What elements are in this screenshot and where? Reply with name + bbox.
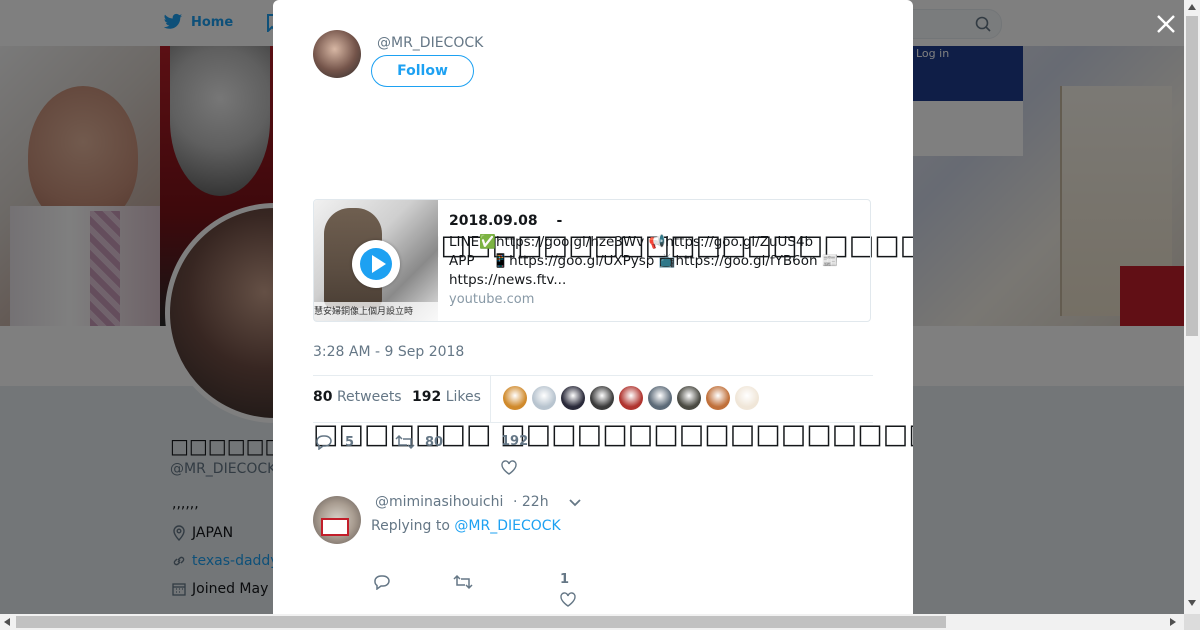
retweets-stat[interactable]: 80 Retweets bbox=[313, 389, 402, 405]
scroll-left-arrow-icon[interactable] bbox=[4, 618, 10, 626]
heart-icon[interactable] bbox=[560, 592, 576, 607]
likes-count: 192 bbox=[412, 389, 442, 405]
card-description-line: APP 📱https://goo.gl/UXPysp 📺https://goo.… bbox=[449, 253, 839, 269]
reply-actions: 1 bbox=[373, 572, 673, 607]
heart-icon[interactable] bbox=[501, 460, 517, 475]
liker-avatar[interactable] bbox=[735, 386, 759, 410]
reply-avatar[interactable] bbox=[313, 496, 361, 544]
follow-button[interactable]: Follow bbox=[371, 55, 474, 87]
divider bbox=[313, 422, 873, 423]
tweet-stats: 80 Retweets 192 Likes bbox=[313, 376, 873, 422]
likes-label: Likes bbox=[445, 389, 481, 405]
liker-avatar[interactable] bbox=[503, 386, 527, 410]
tweet-actions: 5 80 192 bbox=[313, 434, 873, 475]
liker-avatar[interactable] bbox=[706, 386, 730, 410]
vertical-scrollbar[interactable] bbox=[1184, 0, 1200, 614]
card-thumbnail[interactable]: 慧安婦銅像上個月設立時 bbox=[314, 200, 438, 321]
card-title: 2018.09.08 - bbox=[449, 213, 563, 229]
close-icon[interactable] bbox=[1154, 12, 1178, 36]
card-thumbnail-caption: 慧安婦銅像上個月設立時 bbox=[314, 302, 438, 321]
author-avatar[interactable] bbox=[313, 30, 361, 78]
likes-stat[interactable]: 192 Likes bbox=[412, 389, 481, 405]
author-handle[interactable]: @MR_DIECOCK bbox=[377, 35, 483, 51]
scroll-right-arrow-icon[interactable] bbox=[1170, 618, 1176, 626]
retweet-icon[interactable] bbox=[453, 574, 473, 590]
tweet-timestamp[interactable]: 3:28 AM - 9 Sep 2018 bbox=[313, 344, 464, 360]
liker-avatar[interactable] bbox=[590, 386, 614, 410]
card-description-line: https://news.ftv... bbox=[449, 272, 567, 288]
liker-avatar[interactable] bbox=[677, 386, 701, 410]
card-domain: youtube.com bbox=[449, 292, 535, 307]
reply-count: 5 bbox=[345, 434, 355, 450]
link-card[interactable]: 慧安婦銅像上個月設立時 2018.09.08 - LINE✅https://go… bbox=[313, 199, 871, 322]
reply-timestamp[interactable]: · 22h bbox=[513, 494, 549, 510]
liker-avatar[interactable] bbox=[648, 386, 672, 410]
card-description-line: LINE✅https://goo.gl/hze3Wv 📢https://goo.… bbox=[449, 234, 814, 250]
horizontal-scroll-thumb[interactable] bbox=[16, 616, 946, 628]
retweet-count: 80 bbox=[425, 434, 444, 450]
reply-icon bbox=[316, 435, 332, 450]
vertical-scroll-thumb[interactable] bbox=[1186, 16, 1198, 336]
chevron-down-icon[interactable] bbox=[568, 498, 582, 508]
tweet-modal: @MR_DIECOCK Follow □□□□□□□□□□□□□□□□□□□□□… bbox=[273, 0, 913, 614]
reply-icon[interactable] bbox=[373, 574, 391, 590]
reply-tweet[interactable]: @miminasihouichi · 22h Replying to @MR_D… bbox=[313, 494, 873, 614]
play-icon[interactable] bbox=[352, 240, 400, 288]
retweets-label: Retweets bbox=[336, 389, 402, 405]
replying-to-handle[interactable]: @MR_DIECOCK bbox=[454, 518, 560, 534]
liker-avatar[interactable] bbox=[561, 386, 585, 410]
reply-username[interactable]: @miminasihouichi bbox=[375, 494, 503, 510]
replying-to: Replying to @MR_DIECOCK bbox=[371, 518, 561, 534]
card-description: LINE✅https://goo.gl/hze3Wv 📢https://goo.… bbox=[449, 233, 865, 290]
like-count: 192 bbox=[501, 434, 529, 449]
reply-like-count: 1 bbox=[560, 572, 570, 587]
liker-avatar[interactable] bbox=[619, 386, 643, 410]
like-button[interactable]: 192 bbox=[501, 434, 528, 449]
retweets-count: 80 bbox=[313, 389, 333, 405]
scrollbar-corner bbox=[1184, 614, 1200, 630]
liker-avatar[interactable] bbox=[532, 386, 556, 410]
replying-to-label: Replying to bbox=[371, 518, 450, 534]
divider bbox=[490, 376, 491, 422]
scroll-down-arrow-icon[interactable] bbox=[1188, 600, 1196, 606]
scroll-up-arrow-icon[interactable] bbox=[1188, 4, 1196, 10]
liker-avatars bbox=[503, 386, 764, 410]
reply-button[interactable]: 5 bbox=[315, 434, 354, 450]
horizontal-scrollbar[interactable] bbox=[0, 614, 1184, 630]
retweet-icon bbox=[395, 434, 415, 450]
retweet-button[interactable]: 80 bbox=[395, 434, 443, 450]
